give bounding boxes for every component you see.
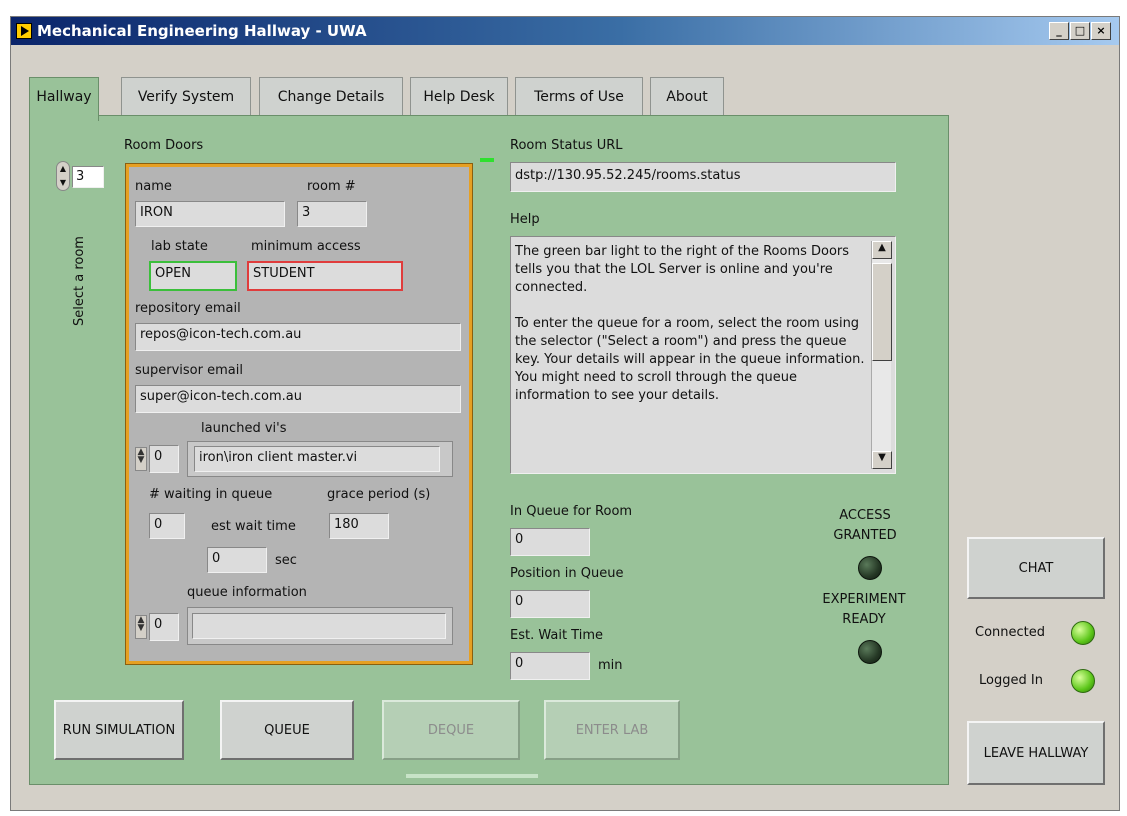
help-scrollbar[interactable]: ▲ ▼ xyxy=(871,241,892,469)
repo-email-field: repos@icon-tech.com.au xyxy=(135,323,461,351)
scroll-down-icon[interactable]: ▼ xyxy=(872,451,892,469)
waiting-label: # waiting in queue xyxy=(149,487,273,502)
queue-info-label: queue information xyxy=(187,585,307,600)
app-window: Mechanical Engineering Hallway - UWA _ □… xyxy=(10,16,1120,811)
tab-hallway[interactable]: Hallway xyxy=(29,77,99,121)
queue-info-index-value[interactable]: 0 xyxy=(149,613,179,641)
waiting-field: 0 xyxy=(149,513,185,539)
tab-indicator-bar xyxy=(406,774,538,778)
scroll-up-icon[interactable]: ▲ xyxy=(872,241,892,259)
tab-terms-of-use[interactable]: Terms of Use xyxy=(515,77,643,117)
super-email-label: supervisor email xyxy=(135,363,243,378)
min-access-label: minimum access xyxy=(251,239,361,254)
est-wait-time-field: 0 xyxy=(510,652,590,680)
in-queue-label: In Queue for Room xyxy=(510,504,633,519)
experiment-ready-led xyxy=(858,640,882,664)
tab-help-desk[interactable]: Help Desk xyxy=(410,77,508,117)
queue-info-array xyxy=(187,607,453,645)
close-icon[interactable]: × xyxy=(1091,22,1111,40)
launched-index-value[interactable]: 0 xyxy=(149,445,179,473)
enter-lab-button[interactable]: ENTER LAB xyxy=(544,700,680,760)
sec-label: sec xyxy=(275,553,297,568)
launched-vis-array: iron\iron client master.vi xyxy=(187,441,453,477)
help-label: Help xyxy=(510,212,540,227)
super-email-field: super@icon-tech.com.au xyxy=(135,385,461,413)
experiment-ready-label: EXPERIMENT READY xyxy=(822,592,906,627)
position-label: Position in Queue xyxy=(510,566,624,581)
hallway-panel: ▲ ▼ 3 Select a room Room Doors name room … xyxy=(29,115,949,785)
access-granted-led xyxy=(858,556,882,580)
in-queue-field: 0 xyxy=(510,528,590,556)
room-selector-value[interactable]: 3 xyxy=(72,166,104,188)
grace-period-field: 180 xyxy=(329,513,389,539)
scroll-thumb[interactable] xyxy=(872,263,892,361)
help-textbox[interactable]: The green bar light to the right of the … xyxy=(510,236,896,474)
grace-period-label: grace period (s) xyxy=(327,487,431,502)
launched-index-control[interactable]: ▲ ▼ 0 xyxy=(135,445,179,473)
repo-email-label: repository email xyxy=(135,301,241,316)
est-wait-field: 0 xyxy=(207,547,267,573)
help-paragraph-1: The green bar light to the right of the … xyxy=(515,244,850,295)
position-field: 0 xyxy=(510,590,590,618)
lab-state-field: OPEN xyxy=(149,261,237,291)
index-arrows-icon[interactable]: ▲ ▼ xyxy=(135,447,147,471)
select-room-label: Select a room xyxy=(72,236,87,326)
connected-led xyxy=(1071,621,1095,645)
tab-verify-system[interactable]: Verify System xyxy=(121,77,251,117)
access-granted-label: ACCESS GRANTED xyxy=(833,508,897,543)
est-wait-time-label: Est. Wait Time xyxy=(510,628,603,643)
spinner-arrows-icon[interactable]: ▲ ▼ xyxy=(56,161,70,191)
help-text: The green bar light to the right of the … xyxy=(515,243,867,405)
launched-vi-field: iron\iron client master.vi xyxy=(194,446,440,472)
logged-in-led xyxy=(1071,669,1095,693)
min-label: min xyxy=(598,658,623,673)
index-arrows-icon[interactable]: ▲ ▼ xyxy=(135,615,147,639)
leave-hallway-button[interactable]: LEAVE HALLWAY xyxy=(967,721,1105,785)
queue-info-field xyxy=(192,613,446,639)
logged-in-label: Logged In xyxy=(979,673,1043,688)
labview-app-icon xyxy=(16,23,32,39)
room-doors-title: Room Doors xyxy=(124,138,204,153)
help-paragraph-2: To enter the queue for a room, select th… xyxy=(515,316,865,403)
server-online-bar xyxy=(480,158,494,162)
room-status-url-field: dstp://130.95.52.245/rooms.status xyxy=(510,162,896,192)
tab-change-details[interactable]: Change Details xyxy=(259,77,403,117)
room-number-field: 3 xyxy=(297,201,367,227)
est-wait-label: est wait time xyxy=(211,519,296,534)
maximize-icon[interactable]: □ xyxy=(1070,22,1090,40)
name-label: name xyxy=(135,179,172,194)
lab-state-label: lab state xyxy=(151,239,208,254)
room-selector[interactable]: ▲ ▼ 3 xyxy=(56,161,116,191)
room-number-label: room # xyxy=(307,179,356,194)
chat-button[interactable]: CHAT xyxy=(967,537,1105,599)
min-access-field: STUDENT xyxy=(247,261,403,291)
queue-button[interactable]: QUEUE xyxy=(220,700,354,760)
queue-info-index-control[interactable]: ▲ ▼ 0 xyxy=(135,613,179,641)
title-bar[interactable]: Mechanical Engineering Hallway - UWA _ □… xyxy=(11,17,1119,45)
room-doors-panel: name room # IRON 3 lab state minimum acc… xyxy=(126,164,472,664)
run-simulation-button[interactable]: RUN SIMULATION xyxy=(54,700,184,760)
deque-button[interactable]: DEQUE xyxy=(382,700,520,760)
launched-vis-label: launched vi's xyxy=(201,421,287,436)
window-title: Mechanical Engineering Hallway - UWA xyxy=(37,22,367,40)
name-field: IRON xyxy=(135,201,285,227)
connected-label: Connected xyxy=(975,625,1046,640)
minimize-icon[interactable]: _ xyxy=(1049,22,1069,40)
room-status-url-label: Room Status URL xyxy=(510,138,623,153)
tab-about[interactable]: About xyxy=(650,77,724,117)
